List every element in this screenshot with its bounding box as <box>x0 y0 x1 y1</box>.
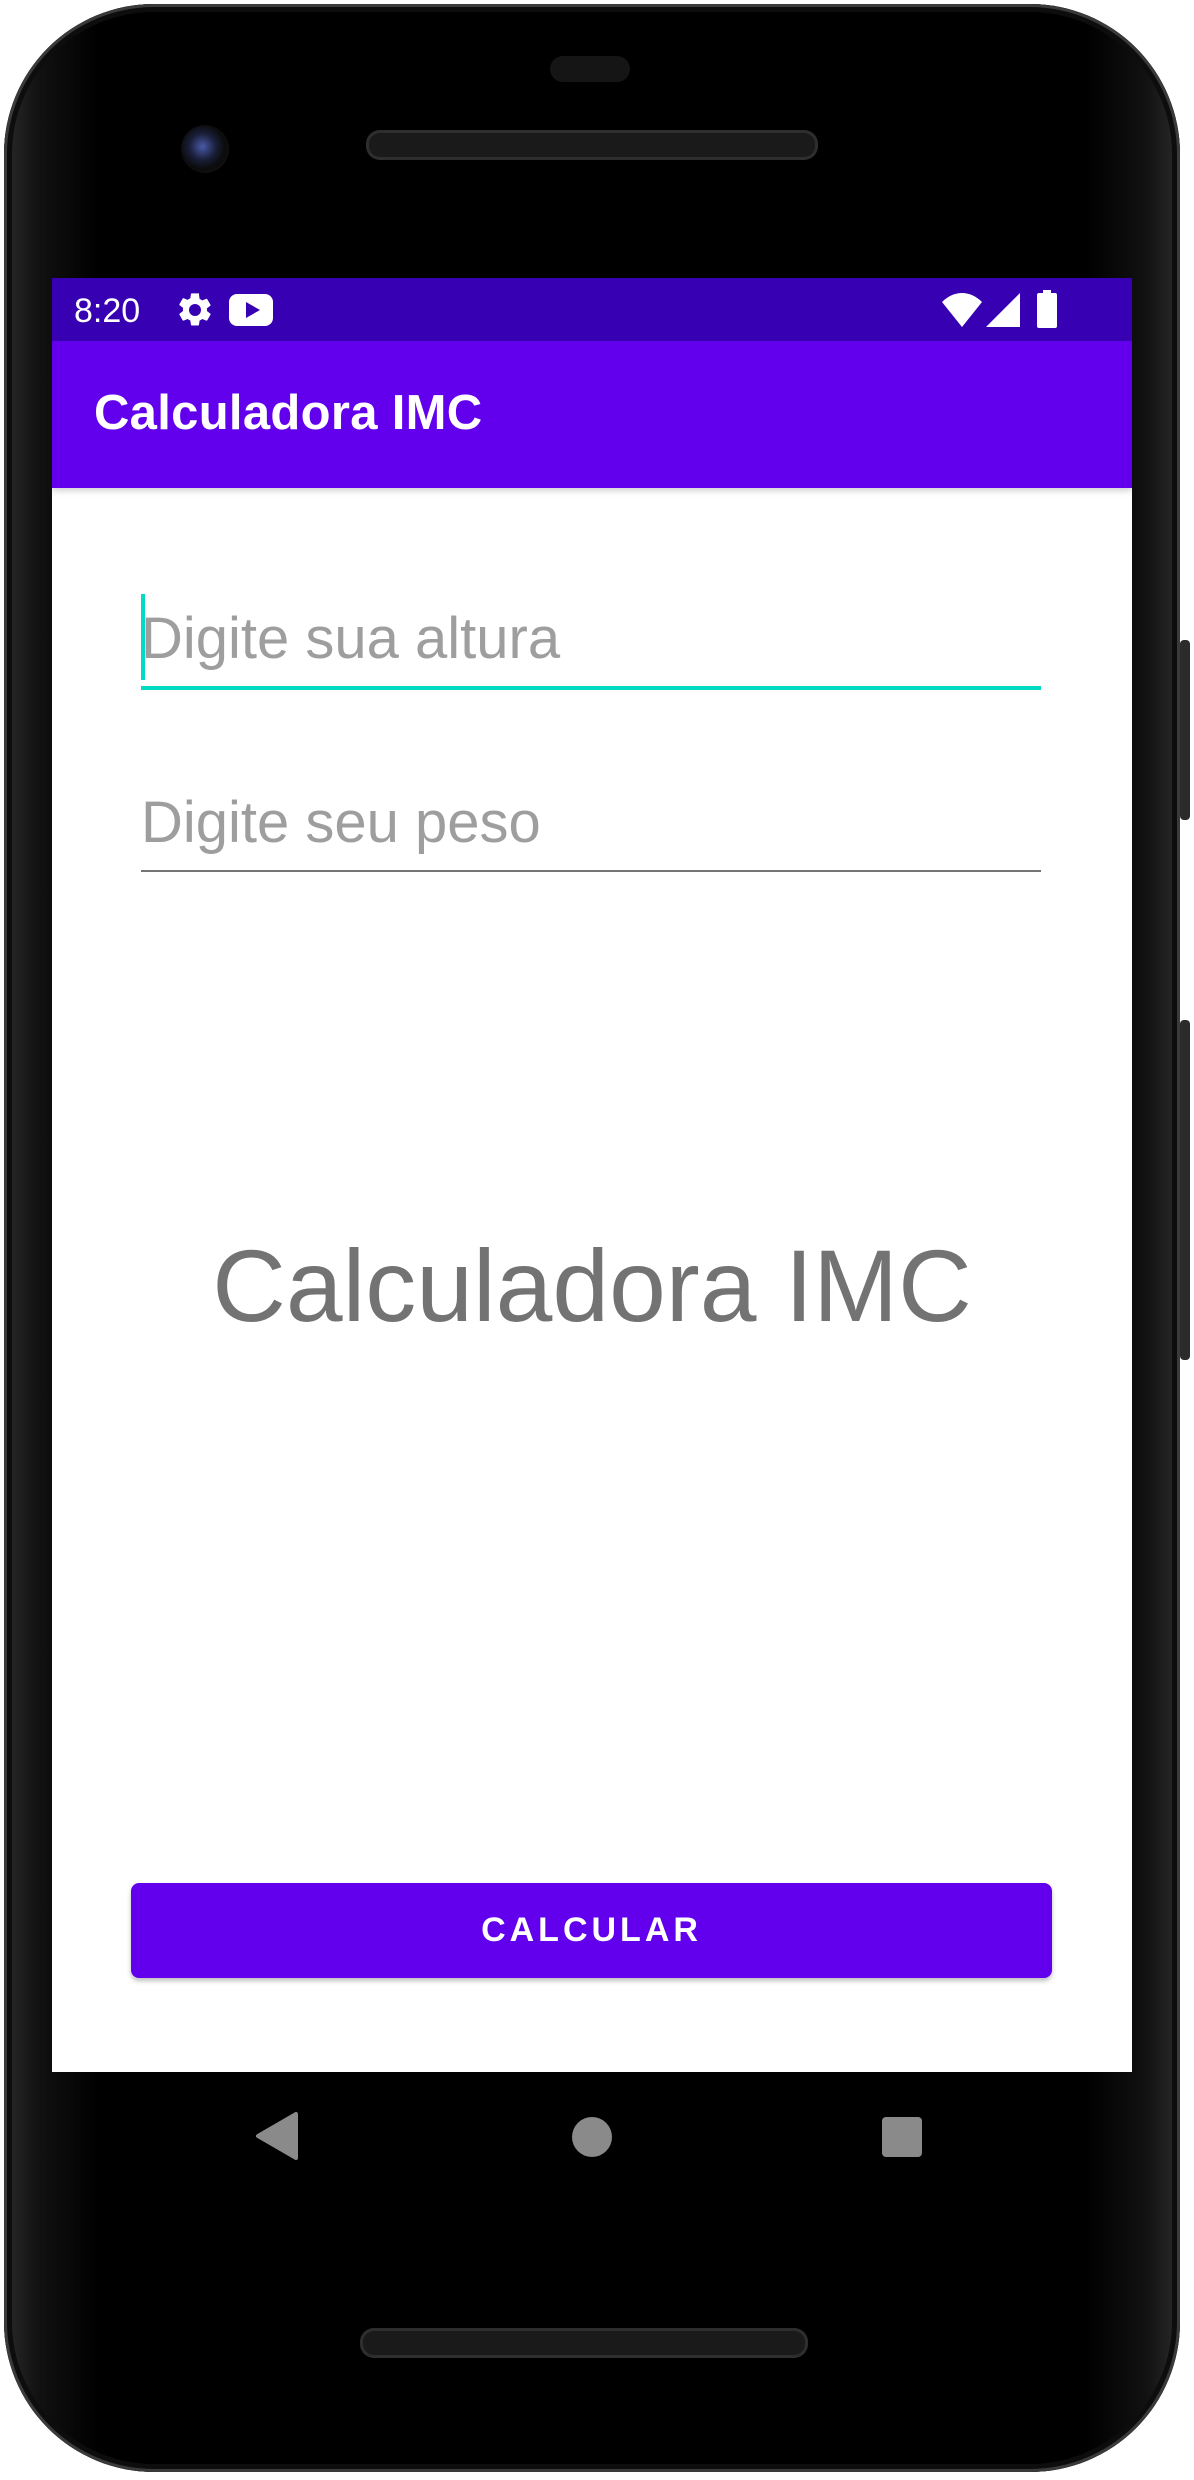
wifi-icon <box>942 293 982 332</box>
top-sensor <box>550 56 630 82</box>
app-screen: 8:20 Calculadora IMC Digite sua altura D… <box>52 278 1132 2072</box>
result-text: Calculadora IMC <box>212 1229 972 1343</box>
bottom-speaker <box>360 2328 808 2358</box>
back-icon[interactable] <box>256 2112 298 2165</box>
front-camera <box>181 125 229 173</box>
text-cursor <box>141 594 145 680</box>
app-bar: Calculadora IMC <box>52 341 1132 488</box>
recents-icon[interactable] <box>881 2116 923 2163</box>
top-speaker <box>366 130 818 160</box>
status-time: 8:20 <box>74 292 141 330</box>
gear-icon <box>175 290 215 335</box>
weight-input[interactable] <box>141 774 1041 872</box>
battery-icon <box>1037 290 1057 333</box>
app-bar-title: Calculadora IMC <box>94 386 483 440</box>
height-input[interactable] <box>141 590 1041 690</box>
navigation-bar <box>0 2072 1194 2202</box>
power-button <box>1180 1020 1190 1360</box>
signal-icon <box>986 293 1020 332</box>
youtube-icon <box>229 294 273 331</box>
status-bar: 8:20 <box>52 278 1132 341</box>
calculate-button[interactable]: CALCULAR <box>131 1883 1052 1978</box>
home-icon[interactable] <box>571 2116 613 2163</box>
phone-device: 8:20 Calculadora IMC Digite sua altura D… <box>0 0 1194 2480</box>
volume-button <box>1180 640 1190 820</box>
